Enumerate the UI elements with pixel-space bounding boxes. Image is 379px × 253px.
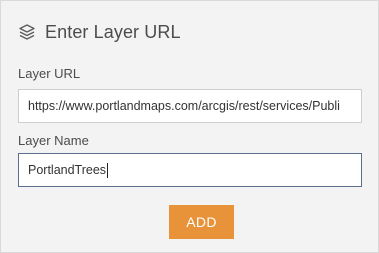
layer-name-label: Layer Name bbox=[18, 133, 89, 148]
layers-icon bbox=[18, 23, 36, 41]
text-cursor bbox=[107, 162, 109, 178]
panel-title: Enter Layer URL bbox=[45, 21, 181, 42]
add-button[interactable]: ADD bbox=[169, 205, 234, 239]
enter-layer-url-panel: Enter Layer URL Layer URL https://www.po… bbox=[0, 0, 379, 253]
layer-url-label: Layer URL bbox=[18, 66, 81, 81]
layer-url-input[interactable]: https://www.portlandmaps.com/arcgis/rest… bbox=[18, 89, 362, 123]
layer-url-value: https://www.portlandmaps.com/arcgis/rest… bbox=[28, 99, 340, 113]
layer-name-input[interactable]: PortlandTrees bbox=[18, 153, 362, 187]
layer-name-value: PortlandTrees bbox=[28, 163, 107, 177]
panel-header: Enter Layer URL bbox=[18, 19, 181, 45]
